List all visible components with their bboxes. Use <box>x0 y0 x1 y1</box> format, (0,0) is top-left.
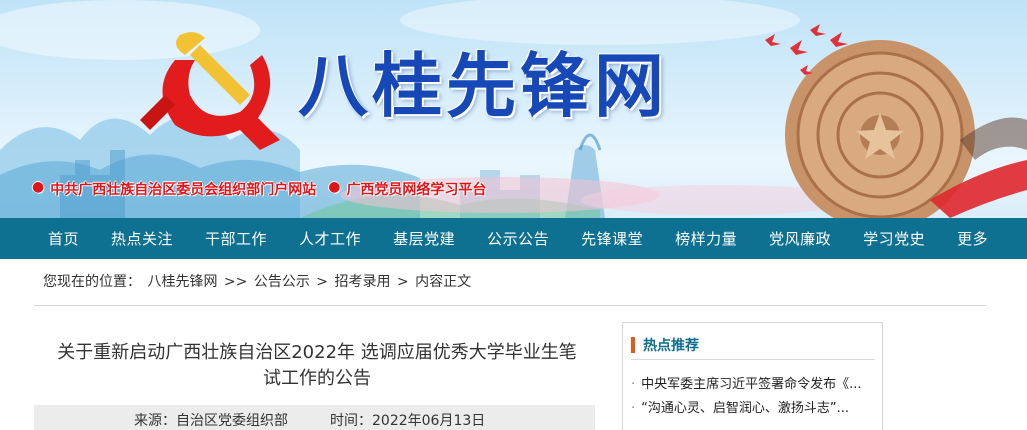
list-item-label: “沟通心灵、启智润心、激扬斗志”... <box>641 401 850 416</box>
nav-item-role-models[interactable]: 榜样力量 <box>659 228 753 249</box>
nav-item-more[interactable]: 更多 <box>941 228 1004 249</box>
nav-item-integrity[interactable]: 党风廉政 <box>753 228 847 249</box>
nav-item-vanguard-class[interactable]: 先锋课堂 <box>565 228 659 249</box>
article-meta: 来源：自治区党委组织部 时间：2022年06月13日 <box>34 405 595 430</box>
breadcrumb-link-recruitment[interactable]: 招考录用 <box>334 274 390 290</box>
nav-item-cadre-work[interactable]: 干部工作 <box>189 228 283 249</box>
list-item[interactable]: · 中央军委主席习近平签署命令发布《... <box>631 373 879 397</box>
list-item[interactable]: · “沟通心灵、启智润心、激扬斗志”... <box>631 397 879 421</box>
article-title-line: 试工作的公告 <box>263 368 371 389</box>
panel-header: 热点推荐 <box>631 335 699 355</box>
recommendation-list: · 中央军委主席习近平签署命令发布《... · “沟通心灵、启智润心、激扬斗志”..… <box>631 373 879 421</box>
nav-item-grassroots[interactable]: 基层党建 <box>377 228 471 249</box>
breadcrumb-current: 内容正文 <box>415 274 472 290</box>
link-org-department-portal[interactable]: 中共广西壮族自治区委员会组织部门户网站 <box>50 179 316 199</box>
divider <box>34 305 986 306</box>
site-banner: 八桂先锋网 ● 中共广西壮族自治区委员会组织部门户网站 ● 广西党员网络学习平台 <box>0 0 1027 218</box>
nav-item-announcements[interactable]: 公示公告 <box>471 228 565 249</box>
breadcrumb: 您现在的位置： 八桂先锋网 >> 公告公示 > 招考录用 > 内容正文 <box>43 271 473 291</box>
panel-title: 热点推荐 <box>643 338 699 354</box>
banner-links: ● 中共广西壮族自治区委员会组织部门户网站 ● 广西党员网络学习平台 <box>32 179 486 199</box>
breadcrumb-link-home[interactable]: 八桂先锋网 <box>147 274 217 290</box>
link-party-member-learning-platform[interactable]: 广西党员网络学习平台 <box>346 179 486 199</box>
breadcrumb-separator: > <box>316 274 329 290</box>
article-source: 来源：自治区党委组织部 <box>134 413 288 429</box>
article-date: 时间：2022年06月13日 <box>330 413 486 429</box>
hot-recommendations-panel: 热点推荐 · 中央军委主席习近平签署命令发布《... · “沟通心灵、启智润心、激扬… <box>622 322 883 430</box>
site-title: 八桂先锋网 <box>298 45 668 127</box>
breadcrumb-separator: > <box>396 274 409 290</box>
nav-item-talent-work[interactable]: 人才工作 <box>283 228 377 249</box>
nav-item-party-history[interactable]: 学习党史 <box>847 228 941 249</box>
main-nav: 首页 热点关注 干部工作 人才工作 基层党建 公示公告 先锋课堂 榜样力量 党风… <box>0 218 1027 259</box>
breadcrumb-link-announcements[interactable]: 公告公示 <box>254 274 310 290</box>
article-title: 关于重新启动广西壮族自治区2022年 选调应届优秀大学毕业生笔 试工作的公告 <box>34 340 600 392</box>
bullet-icon: · <box>631 401 636 416</box>
nav-item-home[interactable]: 首页 <box>32 228 95 249</box>
accent-bar <box>631 337 635 353</box>
bullet-icon: · <box>631 377 636 392</box>
nav-item-hot-topics[interactable]: 热点关注 <box>95 228 189 249</box>
bullet-icon: ● <box>32 179 45 195</box>
breadcrumb-prefix: 您现在的位置： <box>43 274 141 290</box>
breadcrumb-separator: >> <box>223 274 248 290</box>
article-title-line: 关于重新启动广西壮族自治区2022年 选调应届优秀大学毕业生笔 <box>57 342 577 363</box>
bullet-icon: ● <box>328 179 341 195</box>
list-item-label: 中央军委主席习近平签署命令发布《... <box>641 377 862 392</box>
divider <box>631 359 875 360</box>
